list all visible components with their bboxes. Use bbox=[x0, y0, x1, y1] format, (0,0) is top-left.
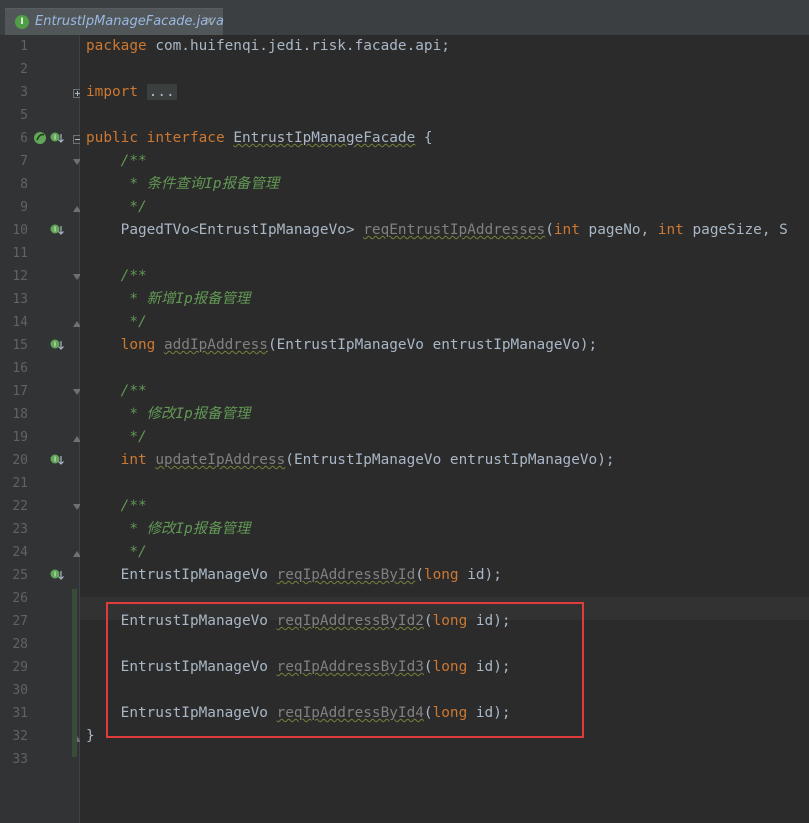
code-line: } bbox=[86, 728, 95, 744]
implemented-icon[interactable]: I bbox=[50, 131, 64, 145]
bean-icon[interactable] bbox=[33, 131, 47, 145]
code-line: * 修改Ip报备管理 bbox=[86, 406, 251, 422]
code-line: */ bbox=[86, 199, 147, 215]
red-highlight-box bbox=[106, 602, 584, 738]
svg-text:I: I bbox=[54, 571, 56, 579]
line-number: 30 bbox=[12, 683, 28, 698]
code-line: long addIpAddress(EntrustIpManageVo entr… bbox=[120, 337, 598, 353]
code-line: /** bbox=[86, 383, 147, 399]
code-line: */ bbox=[86, 429, 147, 445]
line-number: 22 bbox=[12, 499, 28, 514]
code-line: */ bbox=[86, 314, 147, 330]
line-number: 28 bbox=[12, 637, 28, 652]
tab-label: EntrustIpManageFacade.java bbox=[35, 14, 224, 29]
line-number: 7 bbox=[20, 154, 28, 169]
code-line: package com.huifenqi.jedi.risk.facade.ap… bbox=[86, 38, 450, 54]
line-number: 27 bbox=[12, 614, 28, 629]
code-line: PagedTVo<EntrustIpManageVo> reqEntrustIp… bbox=[86, 222, 788, 238]
vcs-change-marker[interactable] bbox=[72, 589, 77, 757]
implemented-icon[interactable]: I bbox=[50, 338, 64, 352]
close-tab-icon[interactable]: × bbox=[204, 14, 215, 29]
interface-icon: I bbox=[15, 15, 29, 29]
tab-entrust-ip-manage-facade[interactable]: I EntrustIpManageFacade.java × bbox=[5, 8, 224, 35]
code-line: int updateIpAddress(EntrustIpManageVo en… bbox=[120, 452, 615, 468]
line-number: 14 bbox=[12, 315, 28, 330]
line-number: 15 bbox=[12, 338, 28, 353]
svg-text:I: I bbox=[54, 456, 56, 464]
line-number: 20 bbox=[12, 453, 28, 468]
implemented-icon[interactable]: I bbox=[50, 568, 64, 582]
line-number: 5 bbox=[20, 108, 28, 123]
line-number: 23 bbox=[12, 522, 28, 537]
svg-text:I: I bbox=[54, 134, 56, 142]
line-number: 33 bbox=[12, 752, 28, 767]
code-line: * 修改Ip报备管理 bbox=[86, 521, 251, 537]
line-number: 18 bbox=[12, 407, 28, 422]
code-line: * 条件查询Ip报备管理 bbox=[86, 176, 280, 192]
code-line: * 新增Ip报备管理 bbox=[86, 291, 251, 307]
line-number: 31 bbox=[12, 706, 28, 721]
line-number: 25 bbox=[12, 568, 28, 583]
folded-imports[interactable]: ... bbox=[146, 84, 177, 100]
line-number: 10 bbox=[12, 223, 28, 238]
code-line: EntrustIpManageVo reqIpAddressById(long … bbox=[86, 567, 502, 583]
line-number: 24 bbox=[12, 545, 28, 560]
line-number: 17 bbox=[12, 384, 28, 399]
code-line: import ... bbox=[86, 84, 177, 100]
line-number: 3 bbox=[20, 85, 28, 100]
line-number: 21 bbox=[12, 476, 28, 491]
line-number: 26 bbox=[12, 591, 28, 606]
line-number: 9 bbox=[20, 200, 28, 215]
line-number: 8 bbox=[20, 177, 28, 192]
implemented-icon[interactable]: I bbox=[50, 223, 64, 237]
line-number: 2 bbox=[20, 62, 28, 77]
code-line: /** bbox=[86, 153, 147, 169]
line-number: 12 bbox=[12, 269, 28, 284]
line-number: 19 bbox=[12, 430, 28, 445]
line-number: 11 bbox=[12, 246, 28, 261]
line-number: 6 bbox=[20, 131, 28, 146]
implemented-icon[interactable]: I bbox=[50, 453, 64, 467]
code-line: /** bbox=[86, 268, 147, 284]
svg-text:I: I bbox=[54, 341, 56, 349]
editor-tab-bar: I EntrustIpManageFacade.java × bbox=[0, 0, 809, 36]
line-number: 32 bbox=[12, 729, 28, 744]
svg-text:I: I bbox=[54, 226, 56, 234]
code-line: */ bbox=[86, 544, 147, 560]
line-number: 29 bbox=[12, 660, 28, 675]
line-number: 16 bbox=[12, 361, 28, 376]
line-number: 1 bbox=[20, 39, 28, 54]
code-line: public interface EntrustIpManageFacade { bbox=[86, 130, 433, 146]
editor-gutter[interactable]: 1 2 3 5 6 7 8 9 10 11 12 13 14 15 16 17 … bbox=[0, 35, 82, 823]
line-number: 13 bbox=[12, 292, 28, 307]
code-line: /** bbox=[86, 498, 147, 514]
